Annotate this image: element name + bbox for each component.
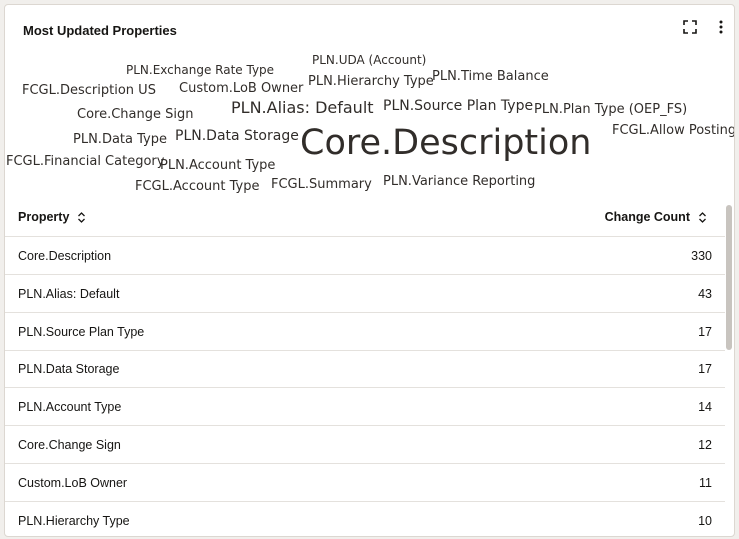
property-cell: Custom.LoB Owner [18,475,128,490]
table-row[interactable]: Custom.LoB Owner 11 [5,464,725,502]
cloud-word[interactable]: PLN.UDA (Account) [312,54,426,66]
table-row[interactable]: Core.Description 330 [5,237,725,275]
table-row[interactable]: PLN.Source Plan Type 17 [5,313,725,351]
sort-updown-icon [77,211,86,224]
most-updated-properties-card: Most Updated Properties PLN.UDA (Account… [4,4,735,537]
table-row[interactable]: PLN.Hierarchy Type 10 [5,502,725,536]
cloud-word[interactable]: Custom.LoB Owner [179,82,303,95]
column-header-change-count[interactable]: Change Count [605,198,707,236]
cloud-word[interactable]: PLN.Data Type [73,133,167,146]
properties-table: Property Change Count Core.Description 3… [5,198,725,536]
cloud-word[interactable]: PLN.Account Type [160,159,275,172]
count-cell: 12 [698,437,712,452]
property-cell: PLN.Source Plan Type [18,324,145,339]
count-cell: 14 [698,399,712,414]
count-cell: 17 [698,324,712,339]
cloud-word[interactable]: FCGL.Summary [271,178,372,191]
cloud-word[interactable]: PLN.Hierarchy Type [308,75,434,88]
cloud-word[interactable]: FCGL.Allow Posting [612,124,734,137]
property-cell: PLN.Data Storage [18,361,120,376]
cloud-word[interactable]: PLN.Exchange Rate Type [126,64,274,76]
table-row[interactable]: Core.Change Sign 12 [5,426,725,464]
cloud-word[interactable]: FCGL.Account Type [135,180,259,193]
count-cell: 17 [698,361,712,376]
column-header-property[interactable]: Property [18,198,86,236]
cloud-word[interactable]: FCGL.Description US [22,84,156,97]
cloud-word[interactable]: Core.Description [300,126,591,161]
count-cell: 10 [698,513,712,528]
table-row[interactable]: PLN.Alias: Default 43 [5,275,725,313]
property-cell: Core.Change Sign [18,437,121,452]
table-scrollbar[interactable] [726,205,732,350]
cloud-word[interactable]: PLN.Plan Type (OEP_FS) [534,103,687,116]
count-cell: 43 [698,286,712,301]
cloud-word[interactable]: PLN.Time Balance [432,70,549,83]
sort-updown-icon [698,211,707,224]
table-row[interactable]: PLN.Account Type 14 [5,388,725,426]
property-cell: Core.Description [18,248,112,263]
count-cell: 11 [699,475,712,490]
word-cloud: PLN.UDA (Account) PLN.Exchange Rate Type… [5,5,734,205]
property-cell: PLN.Alias: Default [18,286,120,301]
cloud-word[interactable]: PLN.Alias: Default [231,100,374,116]
table-row[interactable]: PLN.Data Storage 17 [5,350,725,388]
cloud-word[interactable]: FCGL.Financial Category [6,155,164,168]
cloud-word[interactable]: PLN.Variance Reporting [383,175,535,188]
cloud-word[interactable]: PLN.Source Plan Type [383,99,533,113]
property-cell: PLN.Account Type [18,399,122,414]
count-cell: 330 [691,248,712,263]
cloud-word[interactable]: Core.Change Sign [77,108,193,121]
property-cell: PLN.Hierarchy Type [18,513,130,528]
cloud-word[interactable]: PLN.Data Storage [175,129,299,143]
